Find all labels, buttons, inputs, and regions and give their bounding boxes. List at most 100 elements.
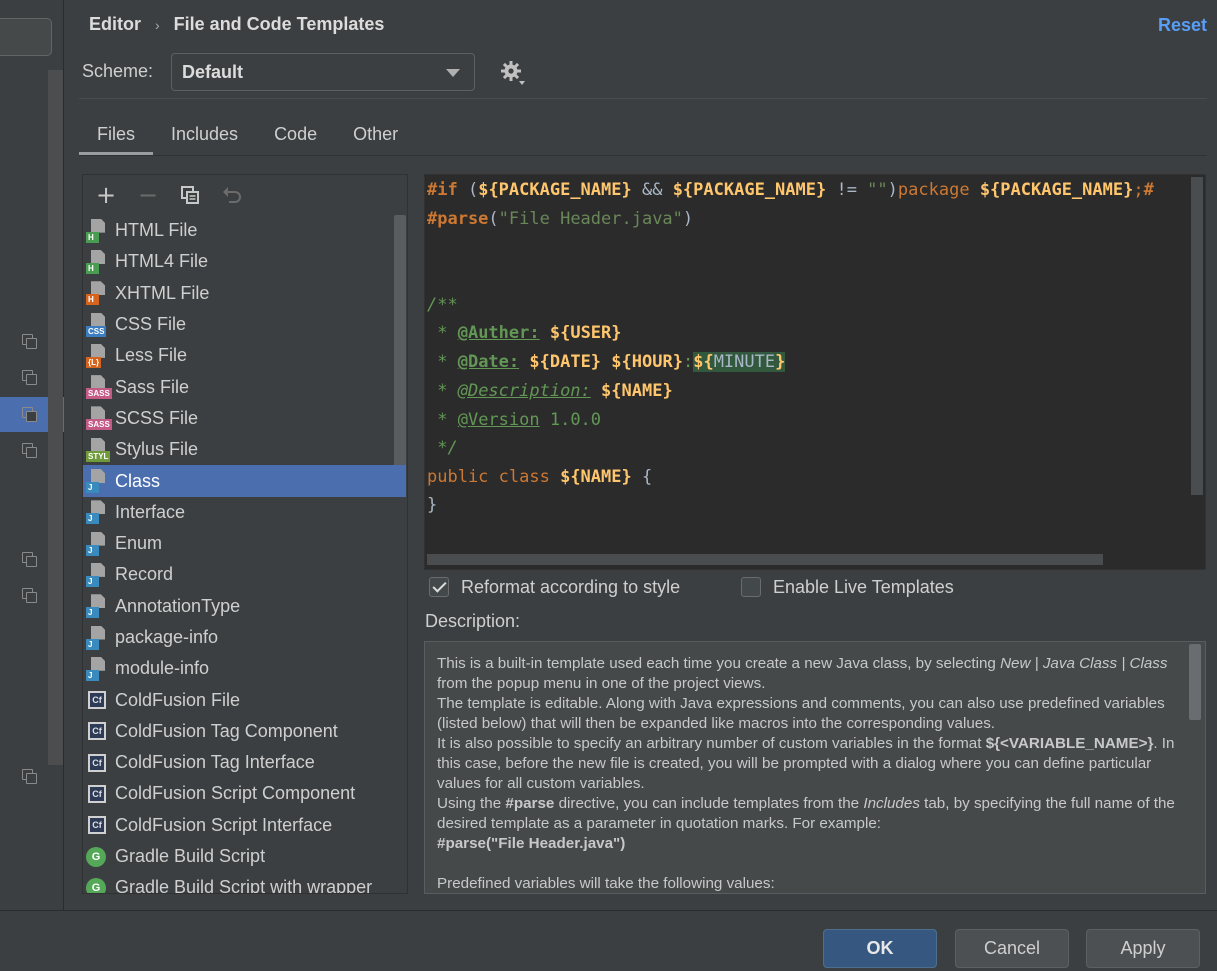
tab-files[interactable]: Files — [79, 122, 154, 155]
template-list-item[interactable]: Cf ColdFusion File — [83, 684, 407, 715]
template-code-editor[interactable]: #if (${PACKAGE_NAME} && ${PACKAGE_NAME} … — [424, 174, 1206, 570]
template-label: AnnotationType — [115, 595, 241, 616]
tab-other[interactable]: Other — [335, 122, 416, 155]
template-list-item[interactable]: Cf ColdFusion Tag Interface — [83, 747, 407, 778]
checkbox-unchecked[interactable] — [741, 577, 761, 597]
code-line: * @Version 1.0.0 — [427, 410, 602, 430]
copy-icon — [22, 552, 37, 567]
chevron-down-icon — [446, 69, 460, 77]
template-label: ColdFusion Script Component — [115, 783, 356, 804]
template-list-item[interactable]: G Gradle Build Script with wrapper — [83, 872, 407, 894]
code-line: /** — [427, 295, 458, 315]
add-icon[interactable]: + — [95, 183, 117, 207]
code-line: public class ${NAME} { — [427, 467, 653, 487]
breadcrumb-separator: › — [155, 16, 160, 33]
template-list-item[interactable]: SASS SCSS File — [83, 403, 407, 434]
editor-horizontal-scrollbar[interactable] — [427, 554, 1103, 565]
live-templates-checkbox[interactable]: Enable Live Templates — [741, 575, 954, 599]
gear-icon[interactable] — [500, 60, 526, 86]
template-label: ColdFusion Script Interface — [115, 814, 333, 835]
template-label: module-info — [115, 658, 210, 679]
code-line: * @Date: ${DATE} ${HOUR}:${MINUTE} — [427, 352, 786, 372]
template-label: ColdFusion Tag Component — [115, 720, 338, 741]
template-list-item[interactable]: Jpackage-info — [83, 622, 407, 653]
file-template-icon: H — [86, 249, 108, 274]
breadcrumb-current: File and Code Templates — [173, 14, 385, 34]
copy-icon — [22, 407, 37, 422]
sidebar-scrollbar[interactable] — [48, 70, 63, 765]
template-list-item[interactable]: J Class — [83, 465, 406, 497]
code-line: #parse("File Header.java") — [427, 209, 694, 229]
file-template-icon: H — [86, 218, 108, 243]
code-line: * @Auther: ${USER} — [427, 323, 622, 343]
template-label: ColdFusion File — [115, 689, 241, 710]
dialog-footer: OK Cancel Apply — [0, 910, 1217, 971]
template-label: Sass File — [115, 376, 190, 397]
template-list-item[interactable]: H XHTML File — [83, 278, 407, 309]
file-template-icon: SASS — [86, 375, 112, 400]
template-list-item[interactable]: Jmodule-info — [83, 653, 407, 684]
template-list-item[interactable]: J AnnotationType — [83, 591, 407, 622]
file-template-icon: H — [86, 281, 108, 306]
file-template-icon: J — [86, 469, 108, 494]
code-line: */ — [427, 438, 458, 458]
template-list-item[interactable]: H HTML File — [83, 215, 407, 246]
template-list-item[interactable]: Cf ColdFusion Script Interface — [83, 810, 407, 841]
breadcrumb: Editor › File and Code Templates — [89, 14, 384, 35]
scheme-label: Scheme: — [82, 61, 154, 81]
file-template-icon: {L} — [86, 343, 108, 368]
template-list-item[interactable]: G Gradle Build Script — [83, 841, 407, 872]
tab-includes[interactable]: Includes — [153, 122, 256, 155]
template-label: Gradle Build Script — [115, 846, 266, 867]
template-label: Stylus File — [115, 439, 199, 460]
reformat-checkbox[interactable]: Reformat according to style — [429, 575, 680, 599]
editor-vertical-scrollbar[interactable] — [1191, 177, 1203, 495]
settings-sidebar — [0, 0, 64, 910]
template-label: HTML File — [115, 220, 198, 241]
coldfusion-file-icon: Cf — [88, 816, 106, 835]
template-list-item[interactable]: J Enum — [83, 528, 407, 559]
template-label: ColdFusion Tag Interface — [115, 752, 315, 773]
ok-button[interactable]: OK — [823, 929, 937, 968]
copy-icon[interactable] — [179, 184, 201, 206]
undo-icon[interactable] — [221, 184, 243, 206]
template-list-item[interactable]: J Interface — [83, 497, 407, 528]
remove-icon[interactable]: − — [137, 183, 159, 207]
template-list-item[interactable]: J Record — [83, 559, 407, 590]
template-list-item[interactable]: H HTML4 File — [83, 246, 407, 277]
code-line: #if (${PACKAGE_NAME} && ${PACKAGE_NAME} … — [427, 180, 1154, 200]
template-list-item[interactable]: SASS Sass File — [83, 371, 407, 402]
template-list-item[interactable]: CSS CSS File — [83, 309, 407, 340]
template-label: CSS File — [115, 314, 187, 335]
description-label: Description: — [425, 611, 521, 631]
template-label: Gradle Build Script with wrapper — [115, 877, 373, 894]
template-list-item[interactable]: Cf ColdFusion Script Component — [83, 778, 407, 809]
template-list-item[interactable]: Cf ColdFusion Tag Component — [83, 716, 407, 747]
checkbox-checked[interactable] — [429, 577, 449, 597]
file-template-icon: J — [86, 594, 108, 619]
reset-link[interactable]: Reset — [1158, 15, 1207, 36]
coldfusion-file-icon: Cf — [88, 722, 106, 741]
coldfusion-file-icon: Cf — [88, 691, 106, 710]
coldfusion-file-icon: Cf — [88, 753, 106, 772]
description-scrollbar[interactable] — [1189, 644, 1201, 720]
template-label: Class — [115, 470, 161, 491]
cancel-button[interactable]: Cancel — [955, 929, 1069, 968]
tab-code[interactable]: Code — [256, 122, 335, 155]
code-line: } — [427, 495, 438, 515]
file-template-icon: J — [86, 562, 108, 587]
scheme-dropdown[interactable]: Default — [171, 53, 475, 91]
apply-button[interactable]: Apply — [1086, 929, 1200, 968]
gradle-icon: G — [86, 877, 106, 893]
template-label: HTML4 File — [115, 251, 209, 272]
scheme-value: Default — [182, 62, 244, 82]
description-text: This is a built-in template used each ti… — [437, 655, 1175, 892]
template-list-item[interactable]: STYL Stylus File — [83, 434, 407, 465]
copy-icon — [22, 370, 37, 385]
template-list-item[interactable]: {L} Less File — [83, 340, 407, 371]
template-label: SCSS File — [115, 407, 199, 428]
settings-search-input[interactable] — [0, 18, 52, 56]
template-label: Interface — [115, 501, 186, 522]
template-label: XHTML File — [115, 282, 210, 303]
breadcrumb-parent[interactable]: Editor — [89, 14, 141, 35]
